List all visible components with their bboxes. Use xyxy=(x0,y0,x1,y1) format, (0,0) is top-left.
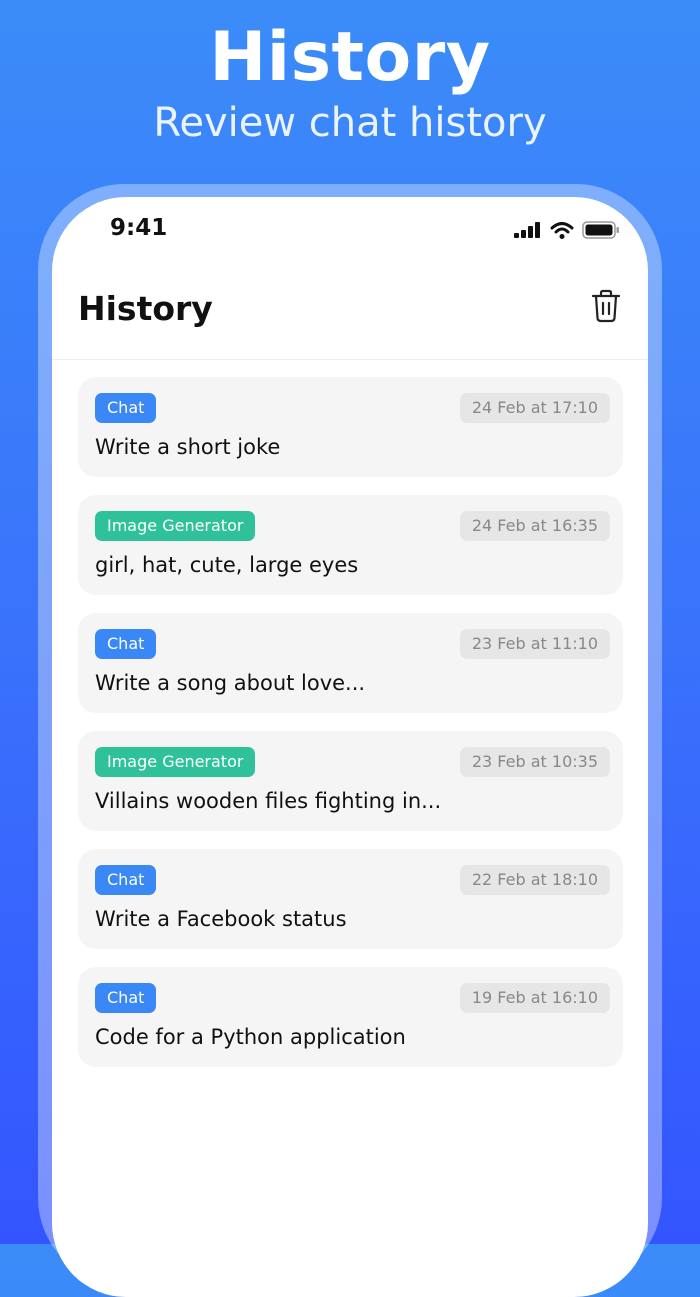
status-time: 9:41 xyxy=(110,215,168,241)
wifi-icon xyxy=(550,221,574,239)
delete-history-button[interactable] xyxy=(590,289,622,323)
signal-icon xyxy=(514,222,540,238)
history-item-text: Write a short joke xyxy=(95,435,281,459)
tag-badge: Image Generator xyxy=(95,747,256,777)
phone-screen: 9:41 History Chat 24 Feb at 17:10 Write … xyxy=(52,197,648,1297)
hero-subtitle: Review chat history xyxy=(153,100,547,146)
tag-badge: Chat xyxy=(95,865,157,895)
history-item-text: Write a Facebook status xyxy=(95,907,347,931)
history-item[interactable]: Image Generator 23 Feb at 10:35 Villains… xyxy=(78,731,623,831)
history-item[interactable]: Image Generator 24 Feb at 16:35 girl, ha… xyxy=(78,495,623,595)
history-item-text: Write a song about love... xyxy=(95,671,366,695)
history-item[interactable]: Chat 19 Feb at 16:10 Code for a Python a… xyxy=(78,967,623,1067)
hero-title: History xyxy=(209,18,491,97)
date-badge: 22 Feb at 18:10 xyxy=(459,865,610,895)
date-badge: 19 Feb at 16:10 xyxy=(459,983,610,1013)
history-item[interactable]: Chat 23 Feb at 11:10 Write a song about … xyxy=(78,613,623,713)
date-badge: 23 Feb at 10:35 xyxy=(459,747,610,777)
tag-badge: Chat xyxy=(95,983,157,1013)
history-item-text: Villains wooden files fighting in... xyxy=(95,789,442,813)
history-list: Chat 24 Feb at 17:10 Write a short joke … xyxy=(78,377,623,1085)
history-item[interactable]: Chat 24 Feb at 17:10 Write a short joke xyxy=(78,377,623,477)
tag-badge: Chat xyxy=(95,629,157,659)
tag-badge: Chat xyxy=(95,393,157,423)
date-badge: 24 Feb at 17:10 xyxy=(459,393,610,423)
date-badge: 23 Feb at 11:10 xyxy=(459,629,610,659)
status-icons xyxy=(514,221,620,239)
history-item-text: girl, hat, cute, large eyes xyxy=(95,553,359,577)
header-divider xyxy=(52,359,648,360)
battery-icon xyxy=(582,221,619,239)
trash-icon xyxy=(591,289,621,323)
date-badge: 24 Feb at 16:35 xyxy=(459,511,610,541)
page-title: History xyxy=(78,289,213,328)
history-item-text: Code for a Python application xyxy=(95,1025,406,1049)
history-item[interactable]: Chat 22 Feb at 18:10 Write a Facebook st… xyxy=(78,849,623,949)
tag-badge: Image Generator xyxy=(95,511,256,541)
